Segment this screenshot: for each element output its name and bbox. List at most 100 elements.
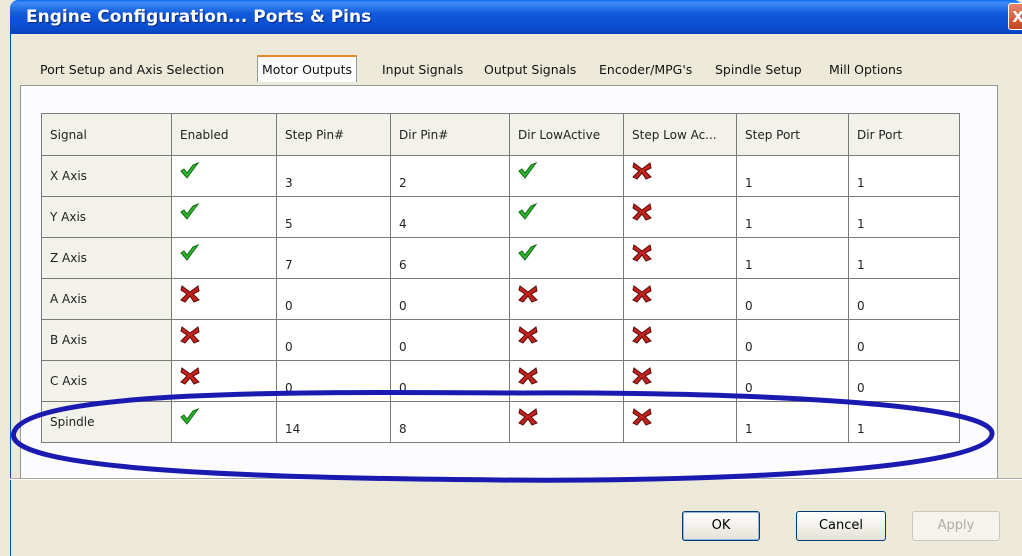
grid-cell-dir-low-active[interactable] [509,196,624,238]
tab-spindle-setup[interactable]: Spindle Setup [715,58,802,82]
grid-cell-step-port[interactable]: 0 [736,319,849,361]
grid-cell-step-port[interactable]: 1 [736,401,849,443]
green-check-icon[interactable] [180,243,200,262]
tab-port-setup[interactable]: Port Setup and Axis Selection [40,58,224,82]
grid-row[interactable]: Spindle 14 8 1 1 [41,401,960,443]
grid-cell-signal[interactable]: B Axis [41,319,172,361]
grid-cell-enabled[interactable] [171,401,277,443]
grid-cell-dir-pin[interactable]: 0 [390,360,510,402]
grid-cell-signal[interactable]: Y Axis [41,196,172,238]
red-x-icon[interactable] [632,408,652,426]
grid-cell-dir-port[interactable]: 1 [848,401,960,443]
grid-cell-step-low-active[interactable] [623,196,737,238]
column-header[interactable]: Step Pin# [276,113,391,156]
grid-cell-dir-port[interactable]: 1 [848,196,960,238]
grid-cell-step-low-active[interactable] [623,401,737,443]
grid-cell-step-pin[interactable]: 0 [276,360,391,402]
tab-input-signals[interactable]: Input Signals [382,58,463,82]
grid-cell-dir-pin[interactable]: 0 [390,319,510,361]
red-x-icon[interactable] [632,326,652,344]
ok-button[interactable]: OK [682,511,760,541]
grid-cell-dir-port[interactable]: 0 [848,278,960,320]
green-check-icon[interactable] [180,161,200,180]
grid-cell-dir-low-active[interactable] [509,237,624,279]
grid-row[interactable]: A Axis 0 0 0 0 [41,278,960,320]
grid-cell-enabled[interactable] [171,237,277,279]
red-x-icon[interactable] [518,408,538,426]
grid-cell-dir-port[interactable]: 0 [848,360,960,402]
red-x-icon[interactable] [518,367,538,385]
grid-cell-step-low-active[interactable] [623,237,737,279]
column-header[interactable]: Dir Port [848,113,960,156]
red-x-icon[interactable] [518,285,538,303]
column-header[interactable]: Signal [41,113,172,156]
grid-cell-signal[interactable]: Spindle [41,401,172,443]
red-x-icon[interactable] [180,367,200,385]
grid-cell-step-pin[interactable]: 0 [276,278,391,320]
tab-mill-options[interactable]: Mill Options [829,58,902,82]
grid-cell-step-port[interactable]: 1 [736,196,849,238]
grid-cell-step-port[interactable]: 1 [736,237,849,279]
grid-row[interactable]: X Axis 3 2 1 1 [41,155,960,197]
column-header[interactable]: Step Low Ac... [623,113,737,156]
column-header[interactable]: Enabled [171,113,277,156]
grid-cell-step-pin[interactable]: 0 [276,319,391,361]
grid-cell-signal[interactable]: C Axis [41,360,172,402]
grid-cell-step-port[interactable]: 1 [736,155,849,197]
red-x-icon[interactable] [518,326,538,344]
red-x-icon[interactable] [632,285,652,303]
grid-cell-signal[interactable]: A Axis [41,278,172,320]
grid-cell-step-port[interactable]: 0 [736,278,849,320]
column-header[interactable]: Dir LowActive [509,113,624,156]
grid-cell-enabled[interactable] [171,155,277,197]
red-x-icon[interactable] [632,162,652,180]
close-button[interactable]: X [1008,3,1022,30]
grid-cell-dir-low-active[interactable] [509,155,624,197]
tab-encoder-mpgs[interactable]: Encoder/MPG's [599,58,692,82]
cancel-button[interactable]: Cancel [796,511,886,541]
grid-row[interactable]: Z Axis 7 6 1 1 [41,237,960,279]
column-header[interactable]: Dir Pin# [390,113,510,156]
red-x-icon[interactable] [632,203,652,221]
green-check-icon[interactable] [518,161,538,180]
grid-cell-step-low-active[interactable] [623,319,737,361]
tab-output-signals[interactable]: Output Signals [484,58,576,82]
grid-cell-dir-low-active[interactable] [509,278,624,320]
grid-cell-step-low-active[interactable] [623,360,737,402]
grid-cell-enabled[interactable] [171,196,277,238]
grid-cell-dir-port[interactable]: 1 [848,155,960,197]
grid-cell-enabled[interactable] [171,360,277,402]
grid-cell-dir-pin[interactable]: 4 [390,196,510,238]
grid-cell-signal[interactable]: Z Axis [41,237,172,279]
grid-row[interactable]: C Axis 0 0 0 0 [41,360,960,402]
green-check-icon[interactable] [180,407,200,426]
grid-cell-dir-low-active[interactable] [509,360,624,402]
grid-cell-enabled[interactable] [171,319,277,361]
grid-cell-step-pin[interactable]: 5 [276,196,391,238]
grid-cell-step-pin[interactable]: 14 [276,401,391,443]
grid-cell-step-low-active[interactable] [623,278,737,320]
green-check-icon[interactable] [518,202,538,221]
column-header[interactable]: Step Port [736,113,849,156]
grid-cell-step-pin[interactable]: 7 [276,237,391,279]
grid-cell-dir-pin[interactable]: 0 [390,278,510,320]
green-check-icon[interactable] [518,243,538,262]
red-x-icon[interactable] [180,285,200,303]
grid-cell-dir-pin[interactable]: 2 [390,155,510,197]
red-x-icon[interactable] [632,367,652,385]
grid-cell-dir-port[interactable]: 1 [848,237,960,279]
grid-cell-dir-port[interactable]: 0 [848,319,960,361]
grid-cell-dir-pin[interactable]: 6 [390,237,510,279]
grid-row[interactable]: B Axis 0 0 0 0 [41,319,960,361]
grid-cell-enabled[interactable] [171,278,277,320]
red-x-icon[interactable] [632,244,652,262]
grid-cell-dir-low-active[interactable] [509,401,624,443]
grid-cell-dir-pin[interactable]: 8 [390,401,510,443]
grid-cell-step-pin[interactable]: 3 [276,155,391,197]
tab-motor-outputs[interactable]: Motor Outputs [257,55,358,82]
grid-row[interactable]: Y Axis 5 4 1 1 [41,196,960,238]
grid-cell-step-low-active[interactable] [623,155,737,197]
green-check-icon[interactable] [180,202,200,221]
grid-cell-step-port[interactable]: 0 [736,360,849,402]
red-x-icon[interactable] [180,326,200,344]
